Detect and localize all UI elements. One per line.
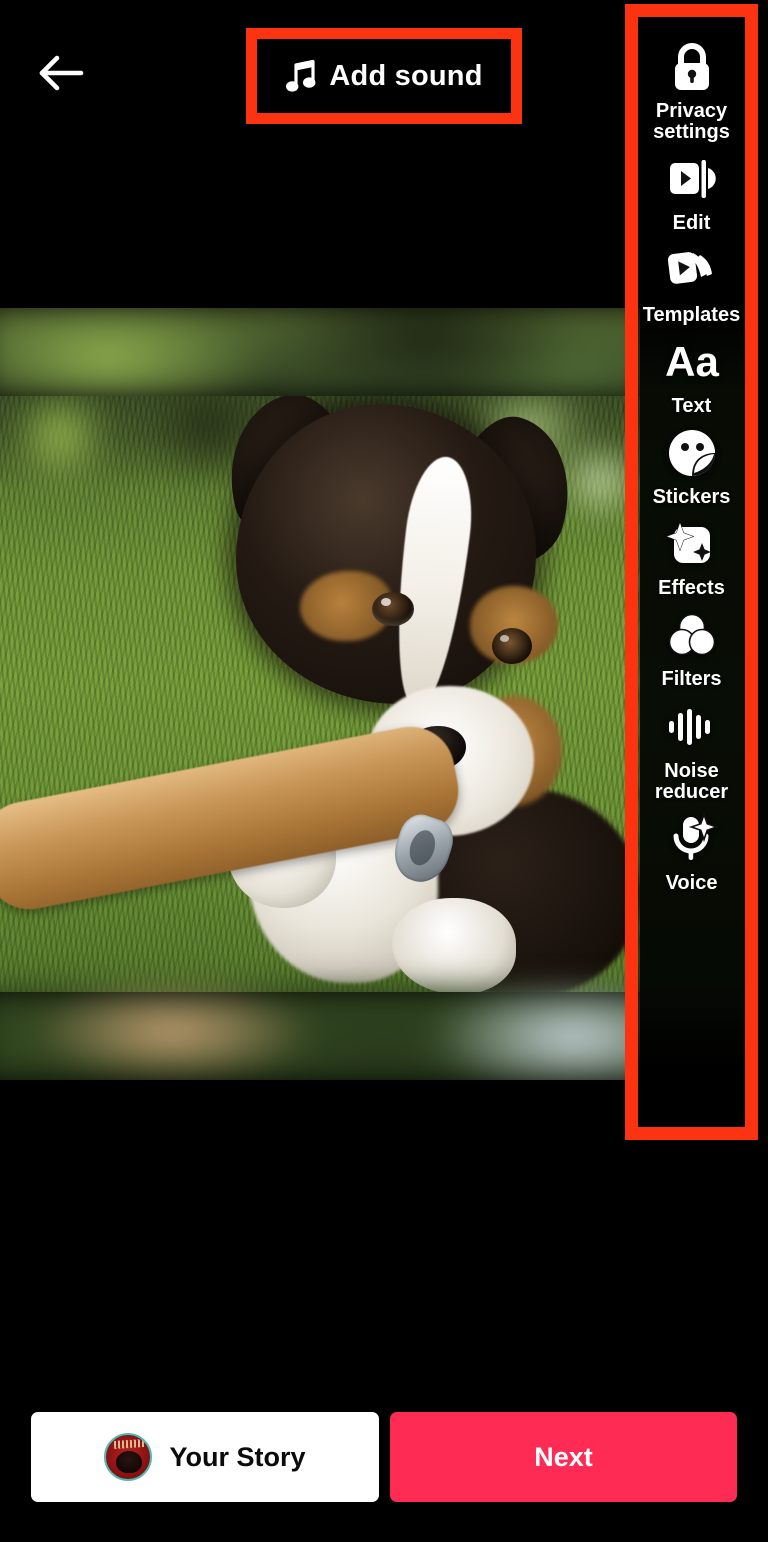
tools-panel: Privacy settings Edit Templates Aa Text … (638, 17, 745, 1127)
filters-circles-icon (664, 607, 720, 663)
add-sound-label: Add sound (329, 59, 483, 92)
video-frame (0, 396, 640, 992)
svg-text:Aa: Aa (665, 339, 719, 385)
sticker-smiley-icon (664, 425, 720, 481)
avatar (104, 1433, 153, 1481)
lock-icon (664, 39, 720, 95)
next-label: Next (534, 1441, 593, 1472)
tool-label: Edit (672, 212, 711, 235)
back-button[interactable] (26, 38, 96, 108)
arrow-left-icon (39, 55, 84, 91)
tool-noise-reducer[interactable]: Noise reducer (638, 699, 745, 803)
bottom-bar: Your Story Next (0, 1372, 768, 1542)
tool-label: Templates (642, 303, 741, 326)
tools-panel-highlight-box: Privacy settings Edit Templates Aa Text … (625, 4, 758, 1140)
tool-label: Privacy settings (653, 100, 730, 144)
video-letterbox-top (0, 308, 640, 399)
text-aa-icon: Aa (664, 334, 720, 390)
tool-label: Voice (665, 871, 718, 894)
templates-cards-icon (664, 243, 720, 299)
microphone-sparkle-icon (664, 811, 720, 867)
add-sound-highlight-box: Add sound (246, 28, 522, 124)
tool-label: Stickers (652, 485, 731, 508)
tool-label: Effects (658, 577, 725, 600)
add-sound-button[interactable]: Add sound (257, 39, 511, 113)
audio-waveform-icon (664, 699, 720, 755)
tool-label: Text (671, 394, 712, 417)
tool-label: Filters (661, 668, 722, 691)
tool-voice[interactable]: Voice (638, 811, 745, 894)
tool-stickers[interactable]: Stickers (638, 425, 745, 508)
puppy-subject (0, 396, 640, 992)
tool-effects[interactable]: Effects (638, 516, 745, 599)
video-letterbox-bottom (0, 989, 640, 1080)
next-button[interactable]: Next (390, 1412, 737, 1502)
tool-templates[interactable]: Templates (638, 243, 745, 326)
video-preview[interactable] (0, 308, 640, 1080)
music-note-icon (286, 59, 316, 92)
tool-label: Noise reducer (654, 759, 729, 803)
tool-edit[interactable]: Edit (638, 151, 745, 234)
your-story-button[interactable]: Your Story (31, 1412, 379, 1502)
tool-privacy-settings[interactable]: Privacy settings (638, 39, 745, 143)
video-edit-icon (664, 151, 720, 207)
your-story-label: Your Story (169, 1441, 306, 1472)
tool-text[interactable]: Aa Text (638, 334, 745, 417)
tool-filters[interactable]: Filters (638, 607, 745, 690)
sparkle-effects-icon (664, 516, 720, 572)
